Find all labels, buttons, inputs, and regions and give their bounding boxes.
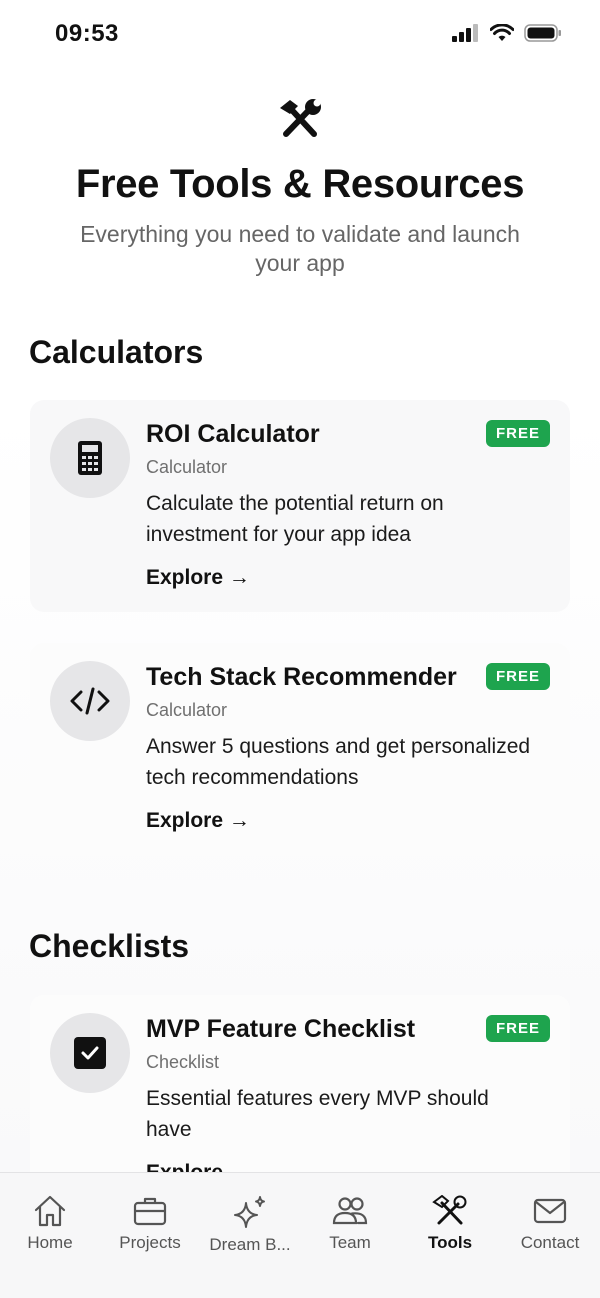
card-description: Essential features every MVP should have [146,1087,489,1141]
free-badge: FREE [485,1015,550,1042]
status-bar: 09:53 [0,0,600,70]
tab-contact[interactable]: Contact [500,1195,600,1255]
card-icon-circle [50,661,130,741]
card-type: Calculator [146,457,228,477]
code-icon [70,687,110,715]
explore-link[interactable]: Explore → [146,566,250,590]
tools-icon [280,99,321,137]
tab-projects[interactable]: Projects [100,1195,200,1255]
signal-icon [452,24,478,42]
wifi-icon [490,24,514,41]
card-type: Checklist [146,1052,220,1072]
card-title: ROI Calculator [146,420,320,448]
card-icon-circle [50,1013,130,1093]
tab-tools[interactable]: Tools [400,1195,500,1255]
tab-label: Dream B... [209,1235,291,1254]
checkbox-icon [74,1037,106,1069]
tool-card-mvp-feature-checklist[interactable]: MVP Feature Checklist FREE Checklist Ess… [30,995,570,1172]
home-icon [34,1195,66,1227]
tab-label: Projects [119,1233,181,1252]
explore-link[interactable]: Explore → [146,809,250,833]
section-title-checklists: Checklists [29,928,190,964]
content-scroll[interactable]: Free Tools & Resources Everything you ne… [0,70,600,1172]
page-title: Free Tools & Resources [75,162,525,206]
card-icon-circle [50,418,130,498]
calculator-icon [78,441,102,475]
status-icons [452,24,562,42]
card-description: Answer 5 questions and get personalized … [146,735,531,789]
explore-link[interactable]: Explore → [146,1161,250,1172]
tool-card-roi-calculator[interactable]: ROI Calculator FREE Calculator Calculate… [30,400,570,612]
people-icon [332,1197,368,1225]
tab-home[interactable]: Home [0,1195,100,1255]
free-badge: FREE [485,420,550,447]
tab-label: Team [329,1233,371,1252]
section-title-calculators: Calculators [29,334,204,370]
tool-card-tech-stack-recommender[interactable]: Tech Stack Recommender FREE Calculator A… [30,643,570,855]
card-description: Calculate the potential return on invest… [146,492,444,546]
tab-label: Contact [520,1233,580,1252]
tab-label: Tools [427,1233,473,1252]
status-time: 09:53 [55,20,119,47]
mail-icon [533,1198,567,1224]
briefcase-icon [133,1197,167,1226]
tab-dream-board[interactable]: Dream B... [200,1195,300,1255]
card-title: Tech Stack Recommender [146,663,457,691]
page-subtitle: Everything you need to validate and laun… [80,221,520,276]
bottom-tab-bar: Home Projects Dream B... Team Tools Cont… [0,1172,600,1298]
tab-team[interactable]: Team [300,1195,400,1255]
free-badge: FREE [485,663,550,690]
sparkles-icon [234,1196,265,1228]
tools-icon [432,1195,467,1225]
battery-icon [524,24,561,42]
card-title: MVP Feature Checklist [146,1015,416,1043]
tab-label: Home [27,1233,73,1252]
card-type: Calculator [146,700,228,720]
